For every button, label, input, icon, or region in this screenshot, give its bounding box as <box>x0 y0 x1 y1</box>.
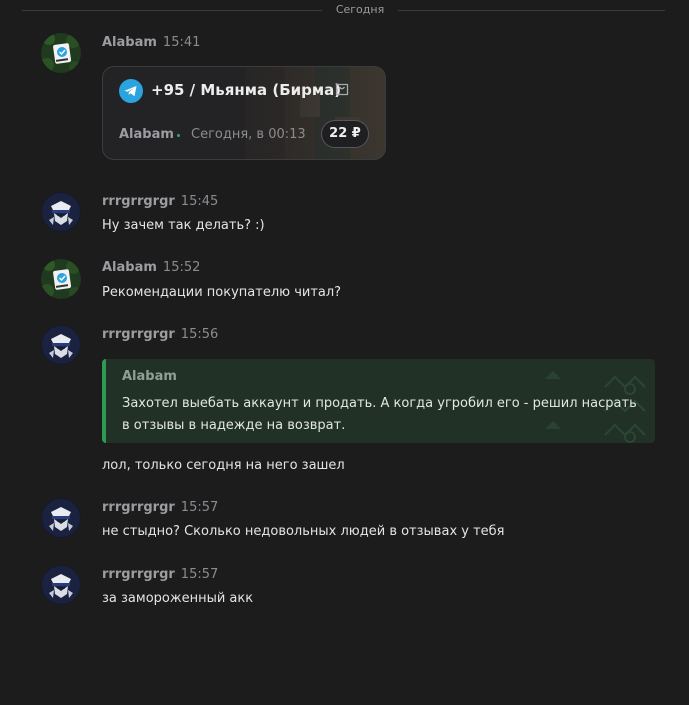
message-header: rrrgrrgrgr 15:57 <box>102 567 218 583</box>
message-header: rrrgrrgrgr 15:45 <box>102 194 218 210</box>
timestamp: 15:56 <box>180 327 219 342</box>
avatar[interactable] <box>41 259 81 299</box>
date-divider: Сегодня <box>0 0 689 22</box>
price-badge[interactable]: 22 ₽ <box>321 120 369 148</box>
author-name[interactable]: rrrgrrgrgr <box>102 500 175 515</box>
online-dot <box>177 134 180 137</box>
message-text: Рекомендации покупателю читал? <box>102 285 342 300</box>
divider-line <box>398 10 665 11</box>
avatar[interactable] <box>41 192 81 232</box>
avatar[interactable] <box>41 325 81 365</box>
message-header: rrrgrrgrgr 15:57 <box>102 500 218 516</box>
avatar[interactable] <box>41 33 81 73</box>
message-text: за замороженный акк <box>102 591 254 606</box>
message-text: Ну зачем так делать? :) <box>102 218 265 233</box>
message-text: лол, только сегодня на него зашел <box>102 458 345 473</box>
timestamp: 15:52 <box>162 260 201 275</box>
seller-name[interactable]: Alabam <box>119 127 174 142</box>
timestamp: 15:45 <box>180 194 219 209</box>
timestamp: 15:57 <box>180 500 219 515</box>
divider-line <box>22 10 322 11</box>
message-text: не стыдно? Сколько недовольных людей в о… <box>102 524 505 539</box>
telegram-icon <box>119 79 143 103</box>
author-name[interactable]: Alabam <box>102 35 157 50</box>
quote-bar <box>102 359 106 443</box>
product-card[interactable]: +95 / Мьянма (Бирма) Alabam Сегодня, в 0… <box>102 66 386 160</box>
quoted-message[interactable]: Alabam Захотел выебать аккаунт и продать… <box>102 359 655 443</box>
listing-date: Сегодня, в 00:13 <box>191 127 306 142</box>
timestamp: 15:57 <box>180 567 219 582</box>
avatar[interactable] <box>41 498 81 538</box>
date-divider-label: Сегодня <box>335 3 385 16</box>
author-name[interactable]: rrrgrrgrgr <box>102 567 175 582</box>
message-header: Alabam 15:41 <box>102 35 200 51</box>
product-title[interactable]: +95 / Мьянма (Бирма) <box>151 81 341 99</box>
message-header: rrrgrrgrgr 15:56 <box>102 327 218 343</box>
message-header: Alabam 15:52 <box>102 260 200 276</box>
author-name[interactable]: rrrgrrgrgr <box>102 327 175 342</box>
cart-icon[interactable] <box>334 81 350 97</box>
quote-text: Захотел выебать аккаунт и продать. А ког… <box>122 396 637 433</box>
avatar[interactable] <box>41 565 81 605</box>
timestamp: 15:41 <box>162 35 201 50</box>
author-name[interactable]: rrrgrrgrgr <box>102 194 175 209</box>
author-name[interactable]: Alabam <box>102 260 157 275</box>
quote-author: Alabam <box>122 369 177 384</box>
